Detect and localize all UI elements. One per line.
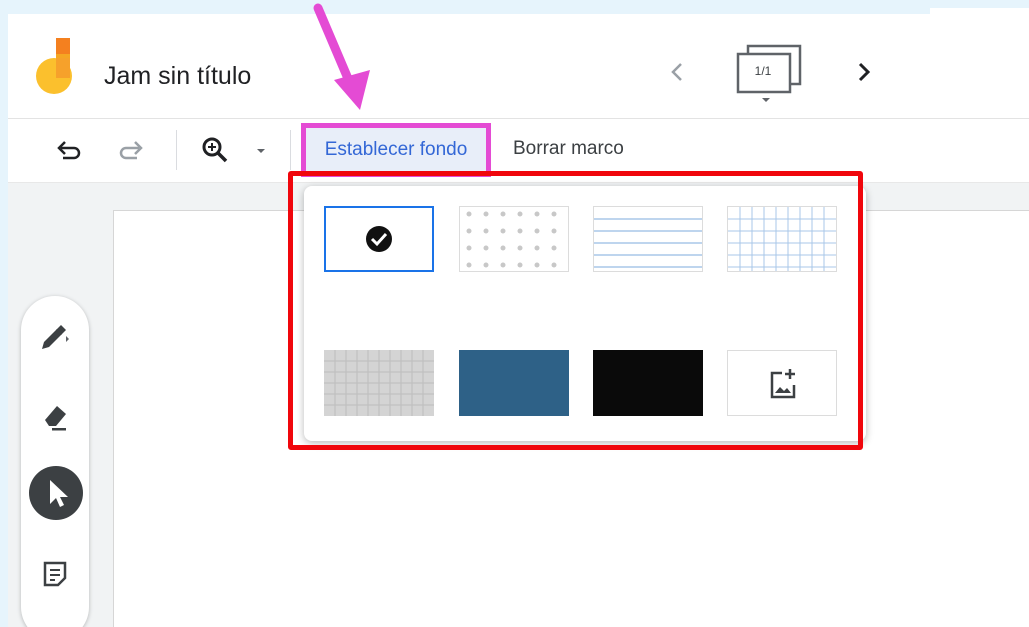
background-option-blank[interactable]	[324, 206, 434, 272]
toolbar-divider	[176, 130, 177, 170]
set-background-button[interactable]: Establecer fondo	[301, 123, 491, 177]
pen-icon[interactable]	[37, 322, 69, 354]
redo-icon[interactable]	[118, 135, 148, 165]
background-option-dots[interactable]	[459, 206, 569, 272]
frame-bar-toggle[interactable]: 1/1	[734, 44, 806, 102]
next-frame-icon[interactable]	[850, 54, 878, 90]
sticky-note-icon[interactable]	[39, 558, 71, 590]
background-option-lined[interactable]	[593, 206, 703, 272]
previous-frame-icon[interactable]	[663, 54, 691, 90]
dots-pattern	[466, 211, 557, 268]
select-cursor-icon	[50, 480, 68, 507]
document-title[interactable]: Jam sin título	[104, 62, 251, 91]
gray-grid-pattern	[324, 350, 434, 416]
toolbar-divider	[290, 130, 291, 170]
undo-icon[interactable]	[52, 135, 82, 165]
zoom-in-icon[interactable]	[200, 135, 230, 165]
eraser-icon[interactable]	[39, 400, 71, 432]
background-option-upload-image[interactable]	[727, 350, 837, 416]
jamboard-logo-icon	[36, 38, 72, 94]
background-option-black[interactable]	[593, 350, 703, 416]
background-options-popup	[304, 186, 866, 441]
frame-counter: 1/1	[754, 64, 772, 78]
tool-palette	[21, 296, 89, 627]
clear-frame-button[interactable]: Borrar marco	[513, 134, 624, 164]
add-image-icon	[770, 369, 796, 399]
toolbar: Establecer fondo Borrar marco	[8, 118, 1029, 183]
zoom-dropdown-icon[interactable]	[252, 135, 282, 165]
select-tool-button[interactable]	[29, 466, 83, 520]
grid-pattern	[728, 207, 836, 271]
app-header: Jam sin título 1/1	[8, 14, 1029, 119]
background-option-blue[interactable]	[459, 350, 569, 416]
jamboard-app: Jam sin título 1/1 Establecer fondo Borr…	[8, 8, 1029, 627]
lined-pattern	[594, 218, 702, 268]
background-option-grid[interactable]	[727, 206, 837, 272]
checkmark-icon	[366, 226, 392, 252]
background-option-gray-grid[interactable]	[324, 350, 434, 416]
